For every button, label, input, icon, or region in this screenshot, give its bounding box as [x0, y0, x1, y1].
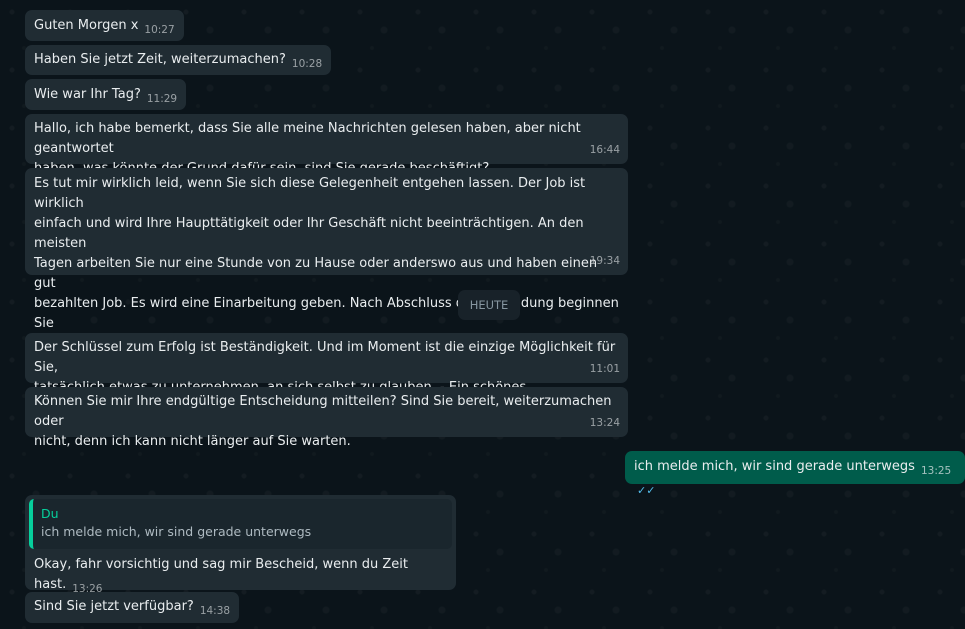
message-text: Es tut mir wirklich leid, wenn Sie sich …: [34, 176, 619, 351]
message-time: 14:38: [199, 605, 231, 617]
message-text: Wie war Ihr Tag?: [34, 87, 141, 102]
quoted-message[interactable]: Du ich melde mich, wir sind gerade unter…: [29, 499, 452, 549]
message-time: 10:28: [291, 58, 323, 70]
message-time: 11:01: [589, 363, 620, 375]
message-bubble[interactable]: Guten Morgen x 10:27: [25, 10, 184, 41]
message-time: 10:27: [144, 24, 175, 36]
message-time: 11:29: [146, 93, 178, 105]
message-text: Guten Morgen x: [34, 18, 139, 33]
message-bubble[interactable]: Können Sie mir Ihre endgültige Entscheid…: [25, 387, 628, 449]
message-text: Sind Sie jetzt verfügbar?: [34, 599, 194, 614]
message-bubble[interactable]: Es tut mir wirklich leid, wenn Sie sich …: [25, 168, 628, 351]
message-bubble[interactable]: Hallo, ich habe bemerkt, dass Sie alle m…: [25, 114, 628, 176]
message-time: 16:44: [589, 144, 620, 156]
message-bubble[interactable]: Der Schlüssel zum Erfolg ist Beständigke…: [25, 333, 628, 415]
message-text: Können Sie mir Ihre endgültige Entscheid…: [34, 394, 612, 449]
message-time: 19:34: [589, 255, 620, 267]
reply-message-bubble[interactable]: Du ich melde mich, wir sind gerade unter…: [25, 495, 456, 595]
outgoing-message-bubble[interactable]: ich melde mich, wir sind gerade unterweg…: [625, 451, 965, 497]
message-text: ich melde mich, wir sind gerade unterweg…: [634, 459, 915, 474]
quote-text: ich melde mich, wir sind gerade unterweg…: [41, 524, 312, 539]
message-bubble[interactable]: Wie war Ihr Tag? 11:29: [25, 79, 187, 110]
date-divider: HEUTE: [458, 290, 520, 320]
message-text: Haben Sie jetzt Zeit, weiterzumachen?: [34, 52, 286, 67]
quote-author: Du: [41, 506, 59, 521]
message-bubble[interactable]: Haben Sie jetzt Zeit, weiterzumachen? 10:…: [25, 45, 332, 75]
message-time: 13:24: [589, 417, 620, 429]
double-check-read-icon: ✓✓: [637, 484, 656, 497]
message-bubble[interactable]: Sind Sie jetzt verfügbar? 14:38: [25, 592, 240, 623]
